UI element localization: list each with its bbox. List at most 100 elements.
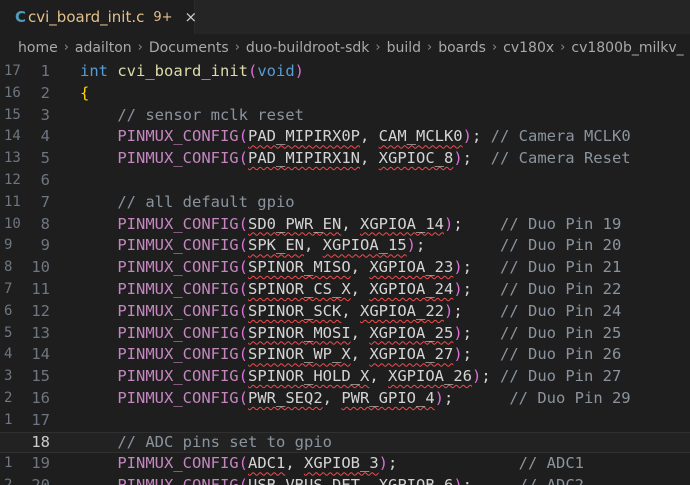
code-line[interactable]: 12 6 <box>0 170 690 192</box>
comment: // all default gpio <box>117 192 295 211</box>
paren: ) <box>444 214 454 233</box>
comment: // ADC2 <box>519 476 584 485</box>
code-text: ; <box>472 127 491 146</box>
breadcrumb-item[interactable]: cv180x <box>503 40 554 56</box>
relative-line-number: 17 <box>4 63 21 79</box>
code-content: int cvi_board_init(void) <box>80 61 304 83</box>
code-text: , <box>350 345 370 364</box>
code-line[interactable]: 15 3 // sensor mclk reset <box>0 105 690 127</box>
paren: ( <box>238 301 248 320</box>
argument: XGPIOA_25 <box>369 323 454 342</box>
breadcrumb-item[interactable]: home <box>18 40 58 56</box>
code-content: // ADC pins set to gpio <box>80 433 332 453</box>
macro-call: PINMUX_CONFIG <box>117 214 239 233</box>
current-code-line[interactable]: 18 // ADC pins set to gpio <box>0 431 690 454</box>
macro-call: PINMUX_CONFIG <box>117 389 239 407</box>
problems-count-badge: 9+ <box>153 9 173 25</box>
argument: SPINOR_MISO <box>248 258 351 277</box>
relative-line-number: 16 <box>4 84 21 101</box>
comment: // Camera MCLK0 <box>490 127 631 146</box>
code-line[interactable]: 14 4 PINMUX_CONFIG(PAD_MIPIRX0P, CAM_MCLK… <box>0 126 690 148</box>
code-line[interactable]: 6 12 PINMUX_CONFIG(SPINOR_SCK, XGPIOA_22)… <box>0 301 690 323</box>
relative-line-number: 15 <box>4 106 21 123</box>
code-line[interactable]: 9 9 PINMUX_CONFIG(SPK_EN, XGPIOA_15); // … <box>0 235 690 257</box>
paren: ( <box>248 62 258 80</box>
close-icon[interactable]: × <box>185 8 198 26</box>
relative-line-number: 2 <box>4 475 24 485</box>
code-content: // all default gpio <box>80 192 295 214</box>
line-number: 14 <box>31 345 50 364</box>
argument: XGPIOC_8 <box>378 149 454 168</box>
breadcrumb-item[interactable]: adailton <box>75 40 132 56</box>
comment: // ADC pins set to gpio <box>117 432 332 451</box>
breadcrumb-item[interactable]: duo-buildroot-sdk <box>246 40 369 56</box>
breadcrumb-item[interactable]: build <box>387 40 421 56</box>
code-content: PINMUX_CONFIG(SPINOR_MOSI, XGPIOA_25); /… <box>80 323 621 345</box>
code-content: PINMUX_CONFIG(USB_VBUS_DET, XGPIOB_6); /… <box>80 475 584 485</box>
editor-tab-cvi-board-init[interactable]: C cvi_board_init.c 9+ × <box>0 0 198 34</box>
line-number: 20 <box>28 475 50 485</box>
code-content: PINMUX_CONFIG(SD0_PWR_EN, XGPIOA_14); //… <box>80 214 621 236</box>
brace: { <box>80 83 90 102</box>
comment: // Duo Pin 27 <box>500 367 622 386</box>
argument: SPINOR_WP_X <box>248 345 351 364</box>
code-content: PINMUX_CONFIG(SPINOR_CS_X, XGPIOA_24); /… <box>80 279 621 301</box>
argument: XGPIOA_27 <box>369 345 454 364</box>
code-line[interactable]: 3 15 PINMUX_CONFIG(SPINOR_HOLD_X, XGPIOA_… <box>0 366 690 388</box>
macro-call: PINMUX_CONFIG <box>117 236 239 255</box>
relative-line-number: 8 <box>4 259 13 276</box>
argument: SD0_PWR_EN <box>248 214 342 233</box>
relative-line-number: 1 <box>4 411 13 428</box>
code-text: ; <box>388 454 519 473</box>
code-editor[interactable]: 17 1 int cvi_board_init(void) 16 2{15 3 // se… <box>0 61 690 485</box>
code-line[interactable]: 2 16 PINMUX_CONFIG(PWR_SEQ2, PWR_GPIO_4);… <box>0 388 690 410</box>
macro-call: PINMUX_CONFIG <box>117 454 239 473</box>
relative-line-number: 13 <box>4 150 21 167</box>
argument: PAD_MIPIRX0P <box>248 127 360 146</box>
argument: SPK_EN <box>248 236 304 255</box>
relative-line-number: 10 <box>4 215 21 232</box>
code-line[interactable]: 5 13 PINMUX_CONFIG(SPINOR_MOSI, XGPIOA_25… <box>0 323 690 345</box>
code-line[interactable]: 1 19 PINMUX_CONFIG(ADC1, XGPIOB_3); // AD… <box>0 453 690 475</box>
code-line[interactable]: 4 14 PINMUX_CONFIG(SPINOR_WP_X, XGPIOA_27… <box>0 344 690 366</box>
argument: PWR_SEQ2 <box>248 389 323 407</box>
chevron-right-icon: › <box>63 40 69 55</box>
macro-call: PINMUX_CONFIG <box>117 367 239 386</box>
breadcrumb-item[interactable]: cv1800b_milkv_ <box>571 40 683 56</box>
code-text: , <box>350 323 370 342</box>
paren: ( <box>239 476 248 485</box>
code-text: , <box>350 280 370 298</box>
code-line[interactable]: 1 17 <box>0 410 690 432</box>
paren: ( <box>238 389 248 407</box>
code-content: PINMUX_CONFIG(SPINOR_SCK, XGPIOA_22); //… <box>80 301 621 323</box>
relative-line-number: 11 <box>4 193 21 210</box>
keyword: void <box>257 62 295 80</box>
paren: ) <box>294 62 305 80</box>
line-number: 8 <box>40 214 50 233</box>
code-content: PINMUX_CONFIG(SPK_EN, XGPIOA_15); // Duo… <box>80 235 621 257</box>
breadcrumb: home › adailton › Documents › duo-buildroot-sd… <box>0 34 690 61</box>
code-line[interactable]: 7 11 PINMUX_CONFIG(SPINOR_CS_X, XGPIOA_24… <box>0 279 690 301</box>
code-line[interactable]: 10 8 PINMUX_CONFIG(SD0_PWR_EN, XGPIOA_14)… <box>0 214 690 236</box>
code-text: , <box>350 258 370 277</box>
code-line[interactable]: 13 5 PINMUX_CONFIG(PAD_MIPIRX1N, XGPIOC_8… <box>0 148 690 170</box>
argument: ADC1 <box>248 454 286 473</box>
code-line[interactable]: 2 20 PINMUX_CONFIG(USB_VBUS_DET, XGPIOB_6… <box>0 475 690 485</box>
relative-line-number: 14 <box>4 128 21 145</box>
code-line[interactable]: 11 7 // all default gpio <box>0 192 690 214</box>
line-number: 10 <box>31 258 50 277</box>
paren: ) <box>406 236 417 255</box>
breadcrumb-item[interactable]: Documents <box>149 40 229 56</box>
comment: // Duo Pin 20 <box>500 236 622 255</box>
paren: ( <box>238 236 248 255</box>
argument: USB_VBUS_DET <box>248 476 360 485</box>
code-line[interactable]: 16 2 { <box>0 83 690 105</box>
code-line[interactable]: 17 1 int cvi_board_init(void) <box>0 61 690 83</box>
code-line[interactable]: 8 10 PINMUX_CONFIG(SPINOR_MISO, XGPIOA_23… <box>0 257 690 279</box>
code-text: ; <box>444 389 510 407</box>
breadcrumb-item[interactable]: boards <box>438 40 486 56</box>
chevron-right-icon: › <box>375 40 381 55</box>
